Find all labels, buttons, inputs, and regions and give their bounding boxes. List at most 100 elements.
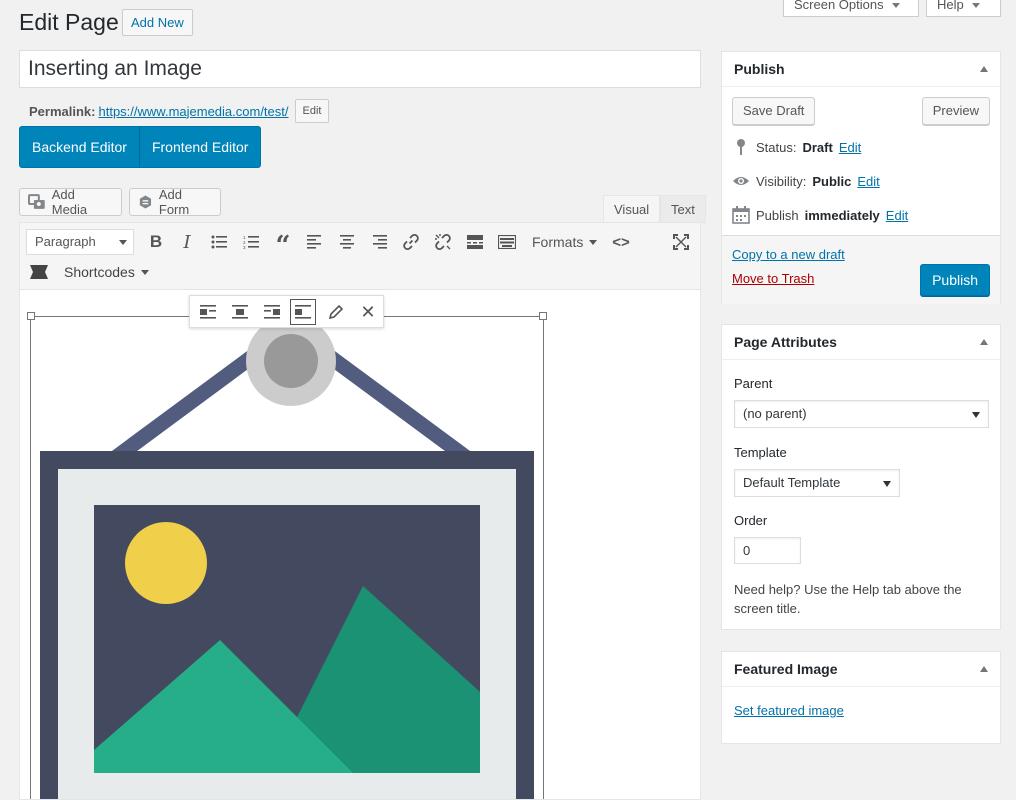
visibility-edit-link[interactable]: Edit (857, 174, 879, 189)
publish-button[interactable]: Publish (920, 264, 990, 296)
remove-image-icon[interactable]: ✕ (358, 302, 378, 322)
numbered-list-icon[interactable]: 123 (241, 232, 261, 252)
visibility-value: Public (812, 173, 852, 189)
editor-toolbar: Paragraph B I 123 “ Formats <> Shortcode… (19, 222, 701, 290)
editor-switch: Backend Editor Frontend Editor (19, 126, 262, 168)
chevron-down-icon (891, 2, 900, 8)
pin-icon (737, 139, 745, 155)
move-to-trash-link[interactable]: Move to Trash (732, 271, 814, 286)
italic-icon[interactable]: I (177, 232, 197, 253)
shortcodes-label: Shortcodes (64, 264, 135, 280)
parent-select-value: (no parent) (743, 406, 807, 421)
set-featured-image-link[interactable]: Set featured image (734, 703, 844, 718)
formats-label: Formats (532, 234, 584, 250)
backend-editor-button[interactable]: Backend Editor (20, 127, 139, 167)
copy-draft-link[interactable]: Copy to a new draft (732, 247, 845, 262)
publish-box: Publish Save Draft Preview Status: Draft… (721, 51, 1001, 304)
unlink-icon[interactable] (433, 232, 453, 252)
collapse-arrow-icon[interactable] (980, 66, 988, 72)
publish-box-header[interactable]: Publish (722, 52, 1000, 87)
page-attributes-title: Page Attributes (734, 334, 837, 350)
template-select[interactable]: Default Template (734, 469, 900, 497)
fullscreen-icon[interactable] (671, 232, 691, 252)
collapse-arrow-icon[interactable] (980, 339, 988, 345)
screen-options-label: Screen Options (794, 0, 884, 12)
screen-options-button[interactable]: Screen Options (783, 0, 919, 17)
publish-time-row: Publish immediately Edit (732, 206, 908, 224)
svg-text:3: 3 (243, 245, 246, 249)
chevron-down-icon (971, 2, 980, 8)
help-button[interactable]: Help (926, 0, 1001, 17)
permalink-edit-button[interactable]: Edit (294, 99, 330, 123)
tab-text[interactable]: Text (660, 195, 706, 223)
link-icon[interactable] (401, 232, 421, 252)
align-right-icon[interactable] (369, 232, 389, 252)
edit-pencil-icon[interactable] (326, 302, 346, 322)
add-form-button[interactable]: Add Form (129, 187, 221, 217)
bold-icon[interactable]: B (146, 232, 166, 252)
publish-time-edit-link[interactable]: Edit (886, 208, 908, 223)
template-label: Template (734, 445, 787, 460)
status-edit-link[interactable]: Edit (839, 140, 861, 155)
post-title-input[interactable] (19, 50, 701, 88)
add-form-label: Add Form (158, 187, 190, 217)
visibility-label: Visibility: (756, 173, 807, 189)
tab-visual[interactable]: Visual (603, 195, 661, 223)
visibility-row: Visibility: Public Edit (732, 172, 880, 190)
form-icon (139, 195, 152, 209)
eye-icon (733, 177, 749, 185)
frontend-editor-button[interactable]: Frontend Editor (138, 127, 261, 167)
permalink-label: Permalink: (29, 103, 96, 119)
align-left-icon[interactable] (305, 232, 325, 252)
resize-handle[interactable] (539, 312, 547, 320)
chevron-down-icon (589, 239, 598, 245)
publish-box-title: Publish (734, 61, 785, 77)
save-draft-button[interactable]: Save Draft (732, 97, 816, 125)
blockquote-icon[interactable]: “ (273, 232, 293, 259)
read-more-icon[interactable] (465, 232, 485, 252)
keyboard-icon[interactable] (497, 232, 517, 252)
status-row: Status: Draft Edit (732, 138, 861, 156)
calendar-icon (732, 206, 750, 224)
permalink-row: Permalink: https://www.majemedia.com/tes… (29, 99, 330, 123)
format-select[interactable]: Paragraph (26, 229, 134, 255)
add-media-button[interactable]: Add Media (19, 187, 122, 217)
parent-select[interactable]: (no parent) (734, 400, 989, 428)
order-label: Order (734, 513, 768, 528)
page-attributes-header[interactable]: Page Attributes (722, 325, 1000, 360)
featured-image-title: Featured Image (734, 661, 838, 677)
media-icon (28, 194, 45, 209)
page-title: Edit Page (19, 9, 119, 35)
bullet-list-icon[interactable] (209, 232, 229, 252)
status-label: Status: (756, 139, 797, 155)
editor-content[interactable]: ✕ (19, 290, 701, 800)
image-align-none-icon[interactable] (290, 299, 316, 325)
image-toolbar: ✕ (189, 295, 384, 328)
format-select-value: Paragraph (35, 234, 96, 249)
shortcode-icon[interactable] (29, 262, 49, 282)
help-label: Help (937, 0, 964, 12)
page-attributes-box: Page Attributes Parent (no parent) Templ… (721, 324, 1001, 630)
image-align-center-icon[interactable] (230, 302, 250, 322)
framed-picture-image (40, 318, 534, 799)
collapse-arrow-icon[interactable] (980, 666, 988, 672)
image-align-left-icon[interactable] (198, 302, 218, 322)
status-value: Draft (802, 139, 833, 155)
resize-handle[interactable] (27, 312, 35, 320)
order-input[interactable]: 0 (734, 537, 801, 564)
featured-image-header[interactable]: Featured Image (722, 652, 1000, 687)
page-attributes-help-text: Need help? Use the Help tab above the sc… (734, 582, 962, 616)
chevron-down-icon (883, 481, 891, 487)
add-new-button[interactable]: Add New (122, 9, 193, 36)
align-center-icon[interactable] (337, 232, 357, 252)
permalink-link[interactable]: https://www.majemedia.com/test/ (98, 104, 288, 119)
image-align-right-icon[interactable] (262, 302, 282, 322)
formats-dropdown[interactable]: Formats (532, 232, 598, 252)
preview-button[interactable]: Preview (921, 97, 990, 125)
publish-time-label: Publish (756, 207, 799, 223)
shortcodes-dropdown[interactable]: Shortcodes (64, 262, 149, 282)
major-publishing-actions: Copy to a new draft Move to Trash Publis… (722, 235, 1000, 304)
publish-time-value: immediately (804, 207, 880, 223)
code-icon[interactable]: <> (611, 232, 631, 252)
parent-label: Parent (734, 376, 773, 391)
